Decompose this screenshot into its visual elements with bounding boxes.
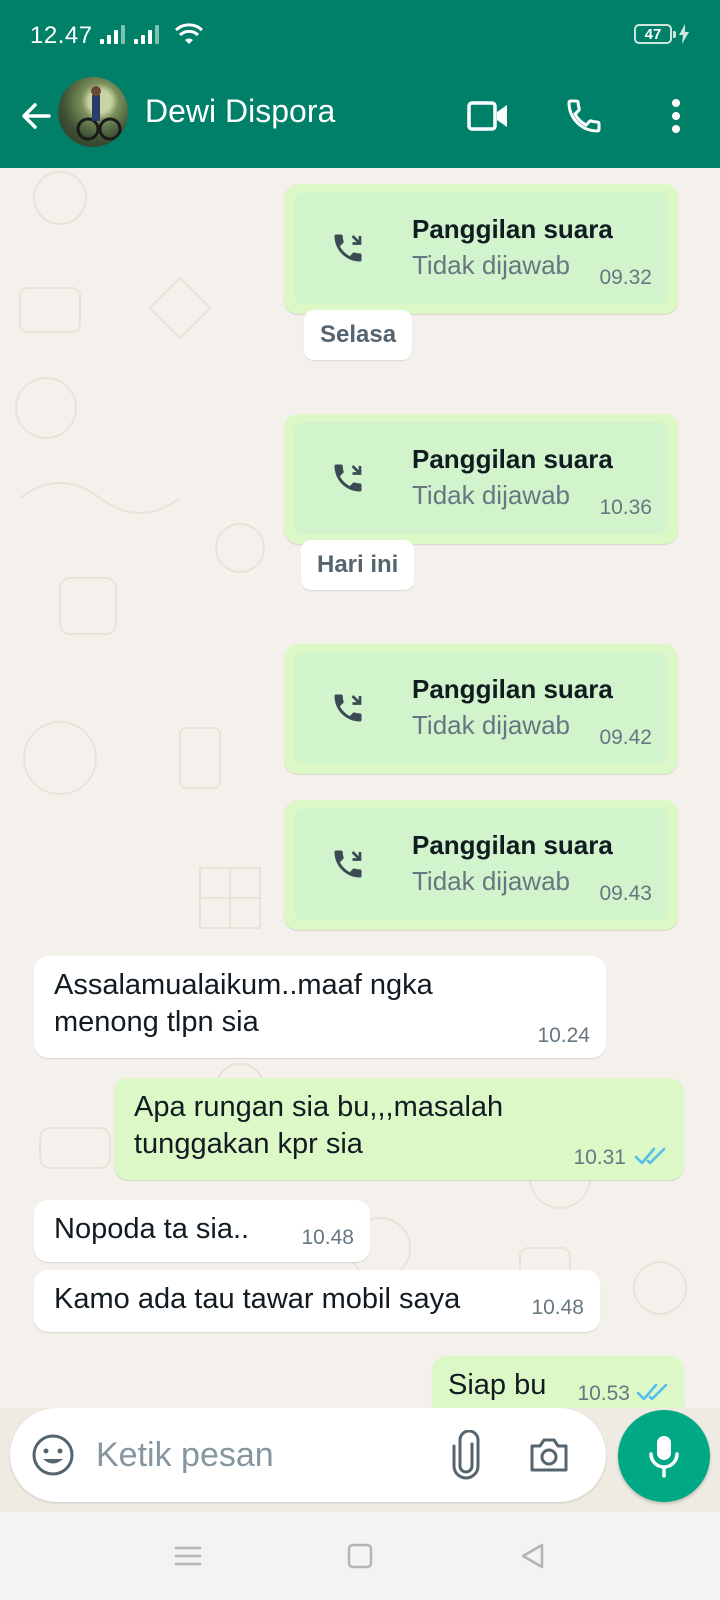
incoming-message-2[interactable]: Nopoda ta sia.. 10.48	[34, 1200, 370, 1262]
missed-call-bubble-2[interactable]: Panggilan suara Tidak dijawab 10.36	[284, 414, 678, 544]
back-triangle-icon	[521, 1543, 544, 1569]
battery-level: 47	[644, 25, 662, 43]
call-title: Panggilan suara	[412, 214, 613, 244]
battery-icon: 47	[634, 24, 676, 44]
menu-icon	[174, 1546, 202, 1566]
chat-header: Dewi Dispora	[0, 70, 720, 168]
call-card: Panggilan suara Tidak dijawab 10.36	[294, 422, 668, 534]
call-card: Panggilan suara Tidak dijawab 09.43	[294, 808, 668, 920]
back-arrow-icon	[22, 103, 51, 129]
message-time: 09.43	[599, 882, 652, 905]
call-title: Panggilan suara	[412, 830, 613, 860]
home-button[interactable]	[338, 1534, 382, 1578]
avatar[interactable]	[58, 77, 128, 147]
more-options-icon	[672, 99, 680, 133]
video-call-button[interactable]	[460, 88, 516, 144]
missed-call-bubble-1[interactable]: Panggilan suara Tidak dijawab 09.32	[284, 184, 678, 314]
signal-icon-sim2	[134, 24, 159, 44]
incoming-message-1[interactable]: Assalamualaikum..maaf ngka menong tlpn s…	[34, 956, 606, 1058]
outgoing-message-1[interactable]: Apa rungan sia bu,,,masalah tunggakan kp…	[114, 1078, 684, 1180]
message-text: Siap bu	[448, 1369, 547, 1401]
double-tick-icon	[634, 1147, 666, 1165]
more-options-button[interactable]	[648, 88, 704, 144]
message-time: 09.42	[599, 726, 652, 749]
message-text-line: menong tlpn sia	[54, 1006, 259, 1038]
back-nav-button[interactable]	[510, 1534, 554, 1578]
voice-call-icon	[567, 99, 601, 133]
double-tick-icon	[636, 1383, 668, 1401]
mic-icon	[649, 1436, 679, 1478]
missed-call-icon	[334, 234, 362, 262]
missed-call-bubble-3[interactable]: Panggilan suara Tidak dijawab 09.42	[284, 644, 678, 774]
emoji-icon[interactable]	[30, 1432, 76, 1478]
date-separator: Hari ini	[301, 540, 415, 590]
message-time: 10.36	[599, 496, 652, 519]
missed-call-icon	[334, 850, 362, 878]
mic-button[interactable]	[618, 1410, 710, 1502]
message-composer	[10, 1408, 606, 1502]
message-text-line: tunggakan kpr sia	[134, 1128, 363, 1160]
wifi-icon	[174, 23, 204, 44]
call-status: Tidak dijawab	[412, 480, 571, 510]
missed-call-icon	[334, 694, 362, 722]
message-time: 10.48	[531, 1296, 584, 1319]
message-text-line: Apa rungan sia bu,,,masalah	[134, 1091, 504, 1123]
chat-area[interactable]: Panggilan suara Tidak dijawab 09.32 Sela…	[0, 168, 720, 1408]
missed-call-icon	[334, 464, 362, 492]
call-card: Panggilan suara Tidak dijawab 09.32	[294, 192, 668, 304]
charging-icon	[679, 24, 689, 44]
call-title: Panggilan suara	[412, 444, 613, 474]
message-time: 10.48	[301, 1226, 354, 1249]
message-text: Kamo ada tau tawar mobil saya	[54, 1283, 461, 1315]
outgoing-message-2[interactable]: Siap bu 10.53	[432, 1356, 684, 1408]
status-bar: 12.47 47	[0, 0, 720, 70]
call-status: Tidak dijawab	[412, 250, 571, 280]
call-card: Panggilan suara Tidak dijawab 09.42	[294, 652, 668, 764]
message-time: 09.32	[599, 266, 652, 289]
status-time: 12.47	[30, 22, 93, 49]
recents-button[interactable]	[166, 1534, 210, 1578]
back-button[interactable]	[12, 92, 60, 140]
message-time: 10.24	[537, 1024, 590, 1047]
missed-call-bubble-4[interactable]: Panggilan suara Tidak dijawab 09.43	[284, 800, 678, 930]
message-time: 10.53	[577, 1382, 630, 1405]
call-status: Tidak dijawab	[412, 710, 571, 740]
call-status: Tidak dijawab	[412, 866, 571, 896]
incoming-message-3[interactable]: Kamo ada tau tawar mobil saya 10.48	[34, 1270, 600, 1332]
date-separator: Selasa	[304, 310, 413, 360]
contact-name[interactable]: Dewi Dispora	[145, 93, 335, 130]
home-square-icon	[347, 1543, 373, 1569]
message-input[interactable]	[96, 1428, 416, 1482]
camera-icon[interactable]	[526, 1432, 572, 1478]
message-time: 10.31	[573, 1146, 626, 1169]
system-nav-bar	[0, 1512, 720, 1600]
video-call-icon	[467, 101, 507, 131]
signal-icon-sim1	[100, 24, 125, 44]
message-text-line: Assalamualaikum..maaf ngka	[54, 969, 433, 1001]
voice-call-button[interactable]	[556, 88, 612, 144]
call-title: Panggilan suara	[412, 674, 613, 704]
message-text: Nopoda ta sia..	[54, 1213, 250, 1245]
attach-icon[interactable]	[446, 1430, 486, 1480]
